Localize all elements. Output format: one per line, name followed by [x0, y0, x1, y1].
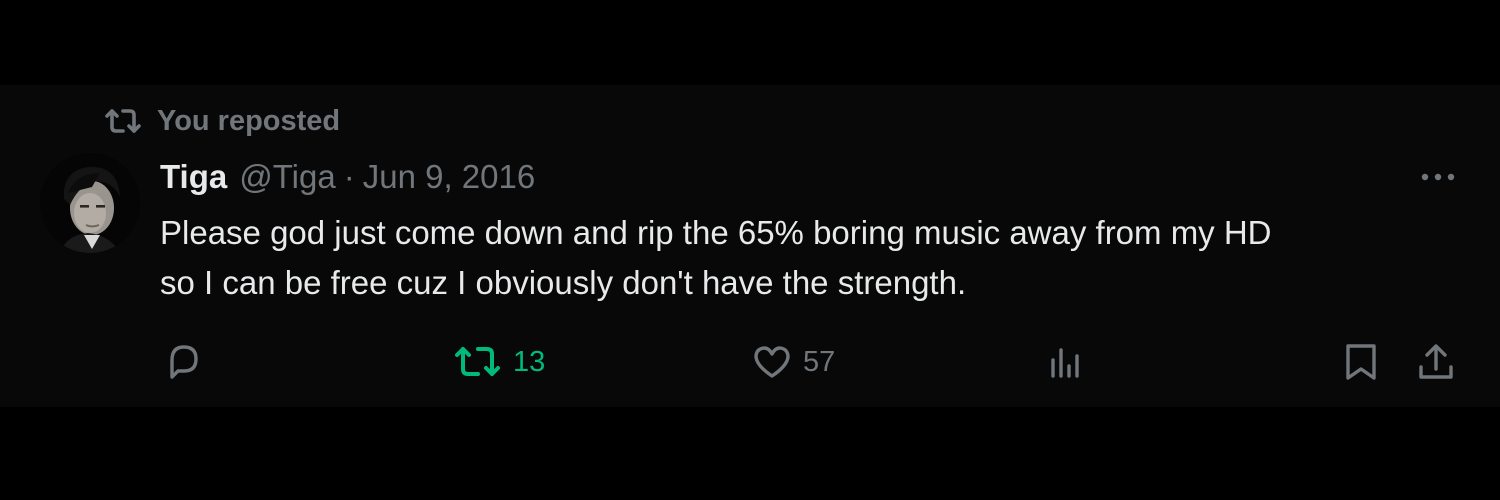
repost-button[interactable]: 13: [453, 340, 545, 384]
reply-icon: [162, 341, 206, 383]
repost-action-icon: [453, 343, 503, 381]
share-button[interactable]: [1415, 340, 1457, 384]
views-icon: [1047, 342, 1087, 382]
heart-icon: [751, 342, 793, 382]
post-text-line-2: so I can be free cuz I obviously don't h…: [160, 264, 967, 301]
repost-icon: [103, 107, 143, 135]
more-icon[interactable]: [1416, 164, 1460, 190]
like-button[interactable]: 57: [751, 340, 835, 384]
bookmark-button[interactable]: [1342, 340, 1380, 384]
like-count: 57: [803, 345, 836, 378]
views-button[interactable]: [1047, 340, 1087, 384]
separator-dot: ·: [343, 158, 355, 195]
repost-context: You reposted: [103, 104, 340, 138]
post-text-line-1: Please god just come down and rip the 65…: [160, 214, 1272, 251]
repost-label: You reposted: [157, 104, 341, 137]
tweet-header: Tiga @Tiga · Jun 9, 2016: [160, 156, 535, 198]
share-icon: [1415, 341, 1457, 383]
author-name[interactable]: Tiga: [160, 158, 227, 196]
author-handle[interactable]: @Tiga: [239, 158, 335, 196]
post-text: Please god just come down and rip the 65…: [160, 208, 1480, 308]
repost-count: 13: [513, 345, 546, 378]
avatar[interactable]: [40, 153, 140, 253]
post-date[interactable]: Jun 9, 2016: [363, 158, 535, 196]
bookmark-icon: [1342, 341, 1380, 383]
reply-button[interactable]: [162, 340, 206, 384]
